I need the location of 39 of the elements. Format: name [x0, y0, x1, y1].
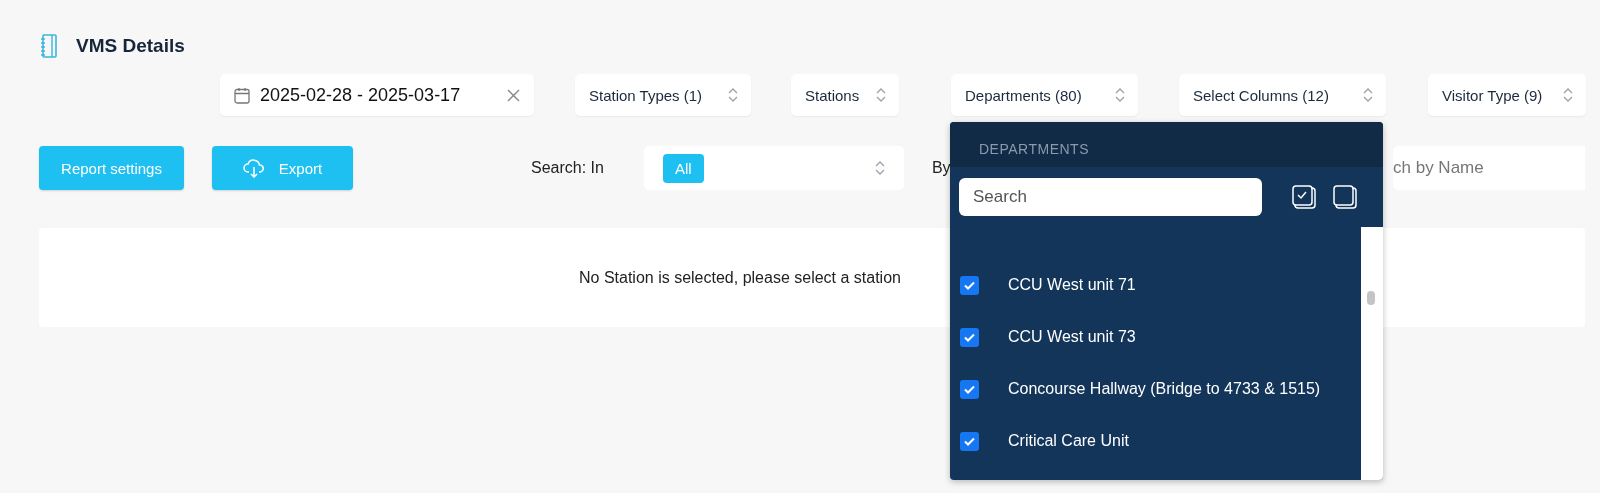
- deselect-all-icon[interactable]: [1333, 184, 1358, 210]
- menu-search-field[interactable]: Search: [959, 178, 1262, 216]
- empty-message: No Station is selected, please select a station: [579, 268, 901, 287]
- check-icon: [964, 332, 975, 342]
- menu-heading: DEPARTMENTS: [979, 141, 1089, 157]
- filter-dropdown[interactable]: Stations: [791, 74, 899, 116]
- department-option[interactable]: Concourse Hallway (Bridge to 4733 & 1515): [1008, 380, 1321, 398]
- sort-icon: [1114, 86, 1126, 104]
- sort-icon: [1562, 86, 1574, 104]
- filter-dropdown[interactable]: Visitor Type (9): [1428, 74, 1586, 116]
- check-icon: [964, 384, 975, 394]
- sort-icon: [875, 86, 887, 104]
- sort-icon: [727, 86, 739, 104]
- search-in-label: Search: In: [531, 159, 604, 177]
- sort-icon: [873, 159, 886, 177]
- sort-icon: [1362, 86, 1374, 104]
- check-icon: [964, 436, 975, 446]
- scrollbar-thumb[interactable]: [1367, 291, 1375, 305]
- department-option[interactable]: Critical Care Unit: [1008, 432, 1129, 450]
- date-range-field[interactable]: 2025-02-28 - 2025-03-17: [220, 74, 534, 116]
- filter-dropdown[interactable]: Select Columns (12): [1179, 74, 1386, 116]
- select-all-icon[interactable]: [1292, 184, 1317, 210]
- filter-dropdown[interactable]: Departments (80): [951, 74, 1138, 116]
- search-by-label: By: [931, 159, 951, 177]
- checkbox[interactable]: [960, 275, 979, 295]
- check-icon: [964, 280, 975, 290]
- checkbox[interactable]: [960, 327, 979, 347]
- department-option[interactable]: CCU West unit 73: [1008, 328, 1136, 346]
- name-search-field[interactable]: ch by Name: [1393, 146, 1585, 190]
- cloud-download-icon: [242, 158, 265, 178]
- notebook-icon: [40, 34, 58, 58]
- filter-dropdown[interactable]: Station Types (1): [575, 74, 751, 116]
- checkbox[interactable]: [960, 431, 979, 451]
- calendar-icon: [234, 86, 250, 104]
- checkbox[interactable]: [960, 379, 979, 399]
- selected-chip: All: [662, 153, 704, 183]
- department-option[interactable]: CCU West unit 71: [1008, 276, 1136, 294]
- close-icon[interactable]: [507, 88, 520, 102]
- page-title: VMS Details: [76, 35, 185, 57]
